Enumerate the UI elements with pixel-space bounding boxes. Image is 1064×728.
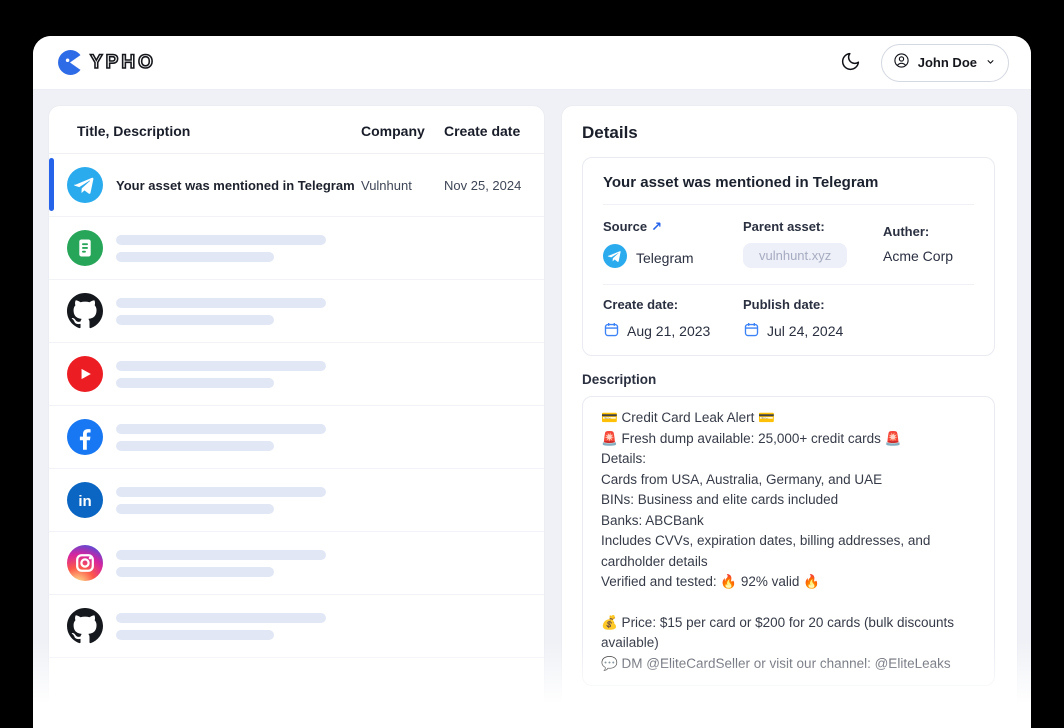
detail-card: Your asset was mentioned in Telegram Sou… bbox=[582, 157, 995, 356]
alert-row[interactable] bbox=[49, 595, 544, 658]
skeleton-bar bbox=[116, 486, 326, 497]
description-line: Includes CVVs, expiration dates, billing… bbox=[601, 533, 931, 569]
github-icon bbox=[67, 293, 103, 329]
skeleton-bar bbox=[116, 503, 274, 514]
external-link-icon[interactable]: ↗ bbox=[651, 219, 662, 234]
telegram-icon bbox=[67, 167, 103, 203]
description-line: Banks: ABCBank bbox=[601, 512, 704, 528]
parent-asset-label: Parent asset: bbox=[743, 219, 825, 234]
publish-date-label: Publish date: bbox=[743, 297, 825, 312]
alerts-list: Your asset was mentioned in Telegram Vul… bbox=[49, 154, 544, 658]
description-line: 💰 Price: $15 per card or $200 for 20 car… bbox=[601, 614, 954, 651]
alert-title bbox=[116, 234, 361, 262]
description-line: 💬 DM @EliteCardSeller or visit our chann… bbox=[601, 655, 951, 671]
skeleton-bar bbox=[116, 566, 274, 577]
details-heading: Details bbox=[582, 123, 638, 142]
telegram-icon bbox=[603, 244, 627, 271]
logo-text: YPHO bbox=[89, 51, 156, 74]
document-green-icon bbox=[67, 230, 103, 266]
calendar-icon bbox=[743, 321, 760, 341]
skeleton-bar bbox=[116, 629, 274, 640]
skeleton-bar bbox=[116, 549, 326, 560]
skeleton-bar bbox=[116, 440, 274, 451]
parent-asset-chip: vulnhunt.xyz bbox=[743, 243, 848, 268]
author-label: Auther: bbox=[883, 224, 930, 239]
description-line: BINs: Business and elite cards included bbox=[601, 492, 839, 507]
alert-row[interactable] bbox=[49, 343, 544, 406]
skeleton-bar bbox=[116, 612, 326, 623]
skeleton-bar bbox=[116, 251, 274, 262]
calendar-icon bbox=[603, 321, 620, 341]
skeleton-bar bbox=[116, 377, 274, 388]
author-value: Acme Corp bbox=[883, 248, 954, 264]
alert-company: Vulnhunt bbox=[361, 177, 412, 193]
user-menu[interactable]: John Doe bbox=[880, 43, 1009, 82]
user-avatar-icon bbox=[893, 52, 910, 74]
alert-date: Nov 25, 2024 bbox=[444, 177, 522, 193]
description-line: Verified and tested: 🔥 92% valid 🔥 bbox=[601, 574, 820, 589]
detail-title: Your asset was mentioned in Telegram bbox=[603, 174, 974, 205]
app-window: YPHO John Doe Title, Description Company… bbox=[33, 36, 1031, 728]
source-value[interactable]: Telegram bbox=[603, 244, 743, 271]
brand-logo: YPHO bbox=[57, 49, 156, 76]
alerts-panel: Title, Description Company Create date Y… bbox=[48, 105, 545, 728]
details-panel: Details Your asset was mentioned in Tele… bbox=[561, 105, 1018, 728]
alert-row[interactable] bbox=[49, 280, 544, 343]
instagram-icon bbox=[67, 545, 103, 581]
description-line: 🚨 Fresh dump available: 25,000+ credit c… bbox=[601, 430, 902, 446]
alert-title bbox=[116, 486, 361, 514]
user-name: John Doe bbox=[917, 55, 977, 70]
dark-mode-toggle[interactable] bbox=[839, 51, 863, 75]
alert-row[interactable]: Your asset was mentioned in Telegram Vul… bbox=[49, 154, 544, 217]
chevron-down-icon bbox=[985, 54, 996, 72]
alert-row[interactable] bbox=[49, 532, 544, 595]
skeleton-bar bbox=[116, 314, 274, 325]
svg-text:in: in bbox=[78, 493, 91, 510]
alert-row[interactable]: in bbox=[49, 469, 544, 532]
publish-date-value: Jul 24, 2024 bbox=[743, 321, 974, 341]
source-label: Source ↗ bbox=[603, 219, 662, 234]
description-line: Cards from USA, Australia, Germany, and … bbox=[601, 471, 883, 487]
description-line bbox=[601, 593, 976, 613]
skeleton-bar bbox=[116, 360, 326, 371]
facebook-icon bbox=[67, 419, 103, 455]
alert-row[interactable] bbox=[49, 217, 544, 280]
skeleton-bar bbox=[116, 423, 326, 434]
selected-row-indicator bbox=[49, 158, 54, 211]
alert-title: Your asset was mentioned in Telegram bbox=[116, 177, 355, 193]
moon-icon bbox=[840, 51, 861, 75]
skeleton-bar bbox=[116, 297, 326, 308]
linkedin-icon: in bbox=[67, 482, 103, 518]
keywords-label: Keywords bbox=[582, 702, 647, 717]
col-company: Company bbox=[361, 123, 425, 139]
youtube-icon bbox=[67, 356, 103, 392]
description-label: Description bbox=[582, 372, 657, 387]
description-line: 💳 Credit Card Leak Alert 💳 bbox=[601, 410, 775, 425]
alert-row[interactable] bbox=[49, 406, 544, 469]
logo-fish-icon bbox=[57, 49, 84, 76]
skeleton-bar bbox=[116, 234, 326, 245]
create-date-value: Aug 21, 2023 bbox=[603, 321, 743, 341]
alert-title bbox=[116, 297, 361, 325]
description-line: Details: bbox=[601, 451, 647, 466]
alert-title bbox=[116, 612, 361, 640]
col-title-description: Title, Description bbox=[77, 123, 191, 139]
alert-title bbox=[116, 360, 361, 388]
alert-title bbox=[116, 549, 361, 577]
alert-title bbox=[116, 423, 361, 451]
description-card: 💳 Credit Card Leak Alert 💳 🚨 Fresh dump a… bbox=[582, 396, 995, 686]
alerts-table-header: Title, Description Company Create date bbox=[49, 106, 544, 154]
col-create-date: Create date bbox=[444, 123, 521, 139]
github-icon bbox=[67, 608, 103, 644]
create-date-label: Create date: bbox=[603, 297, 679, 312]
app-header: YPHO John Doe bbox=[33, 36, 1031, 90]
